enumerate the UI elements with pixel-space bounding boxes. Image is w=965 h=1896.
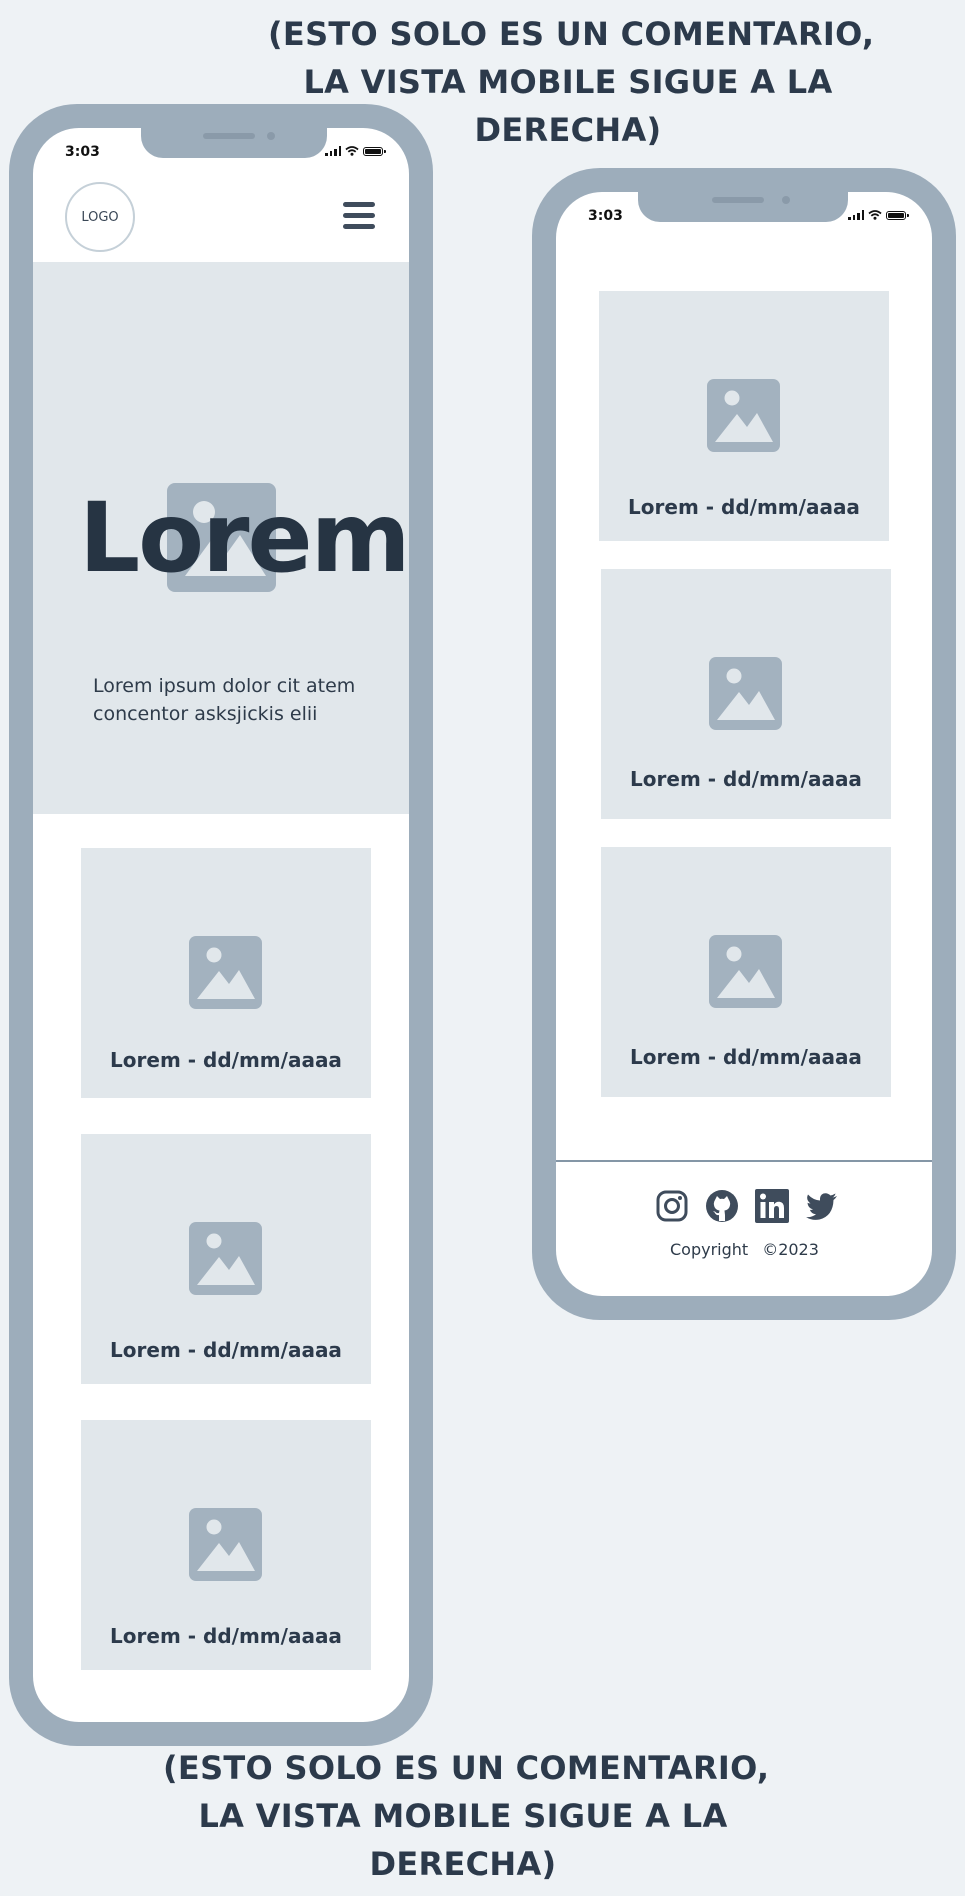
image-placeholder-icon (189, 936, 262, 1009)
phone-camera (782, 196, 790, 204)
comment-line: (ESTO SOLO ES UN COMENTARIO, (268, 15, 875, 53)
copyright: Copyright ©2023 (670, 1240, 819, 1259)
right-phone-screen: 3:03 Lorem - dd/mm/aaaa Lorem - dd/mm/aa… (556, 192, 932, 1296)
copyright-label: Copyright (670, 1240, 749, 1259)
post-card[interactable]: Lorem - dd/mm/aaaa (601, 569, 891, 819)
hero-text-line: Lorem ipsum dolor cit atem (93, 675, 356, 697)
status-time: 3:03 (65, 144, 100, 160)
status-time: 3:03 (588, 208, 623, 224)
post-card[interactable]: Lorem - dd/mm/aaaa (81, 848, 371, 1098)
card-caption: Lorem - dd/mm/aaaa (630, 767, 862, 791)
phone-speaker (203, 133, 255, 139)
left-phone-screen: 3:03 LOGO Lorem Lorem ipsum dolor cit at… (33, 128, 409, 1722)
comment-line: DERECHA) (369, 1845, 557, 1883)
right-phone-frame: 3:03 Lorem - dd/mm/aaaa Lorem - dd/mm/aa… (532, 168, 956, 1320)
wifi-icon (345, 146, 359, 156)
left-phone-frame: 3:03 LOGO Lorem Lorem ipsum dolor cit at… (9, 104, 433, 1746)
hamburger-menu-icon[interactable] (343, 202, 375, 230)
hero-text-line: concentor asksjickis elii (93, 703, 318, 725)
phone-camera (267, 132, 275, 140)
github-icon[interactable] (704, 1188, 740, 1224)
hero-text: Lorem ipsum dolor cit atem concentor ask… (93, 672, 355, 728)
image-placeholder-icon (189, 1508, 262, 1581)
status-icons (848, 210, 909, 220)
image-placeholder-icon (707, 379, 780, 452)
phone-notch (141, 128, 327, 158)
image-placeholder-icon (709, 657, 782, 730)
comment-line: (ESTO SOLO ES UN COMENTARIO, (163, 1749, 770, 1787)
card-caption: Lorem - dd/mm/aaaa (628, 495, 860, 519)
social-links (654, 1188, 840, 1224)
comment-line: LA VISTA MOBILE SIGUE A LA (198, 1797, 728, 1835)
battery-icon (363, 146, 386, 156)
image-placeholder-icon (709, 935, 782, 1008)
post-card[interactable]: Lorem - dd/mm/aaaa (599, 291, 889, 541)
hero-section: Lorem Lorem ipsum dolor cit atem concent… (33, 262, 409, 814)
signal-icon (325, 146, 341, 156)
card-caption: Lorem - dd/mm/aaaa (630, 1045, 862, 1069)
card-caption: Lorem - dd/mm/aaaa (110, 1338, 342, 1362)
footer-divider (556, 1160, 932, 1162)
image-placeholder-icon (189, 1222, 262, 1295)
linkedin-icon[interactable] (754, 1188, 790, 1224)
phone-notch (638, 192, 848, 222)
post-card[interactable]: Lorem - dd/mm/aaaa (81, 1420, 371, 1670)
comment-line: LA VISTA MOBILE SIGUE A LA (303, 63, 833, 101)
signal-icon (848, 210, 864, 220)
battery-icon (886, 210, 909, 220)
status-icons (325, 146, 386, 156)
post-card[interactable]: Lorem - dd/mm/aaaa (81, 1134, 371, 1384)
twitter-icon[interactable] (804, 1188, 840, 1224)
instagram-icon[interactable] (654, 1188, 690, 1224)
hero-title: Lorem (79, 482, 409, 594)
copyright-year: ©2023 (762, 1240, 819, 1259)
bottom-comment: (ESTO SOLO ES UN COMENTARIO, LA VISTA MO… (163, 1744, 770, 1888)
card-caption: Lorem - dd/mm/aaaa (110, 1624, 342, 1648)
phone-speaker (712, 197, 764, 203)
wifi-icon (868, 210, 882, 220)
logo[interactable]: LOGO (65, 182, 135, 252)
card-caption: Lorem - dd/mm/aaaa (110, 1048, 342, 1072)
post-card[interactable]: Lorem - dd/mm/aaaa (601, 847, 891, 1097)
